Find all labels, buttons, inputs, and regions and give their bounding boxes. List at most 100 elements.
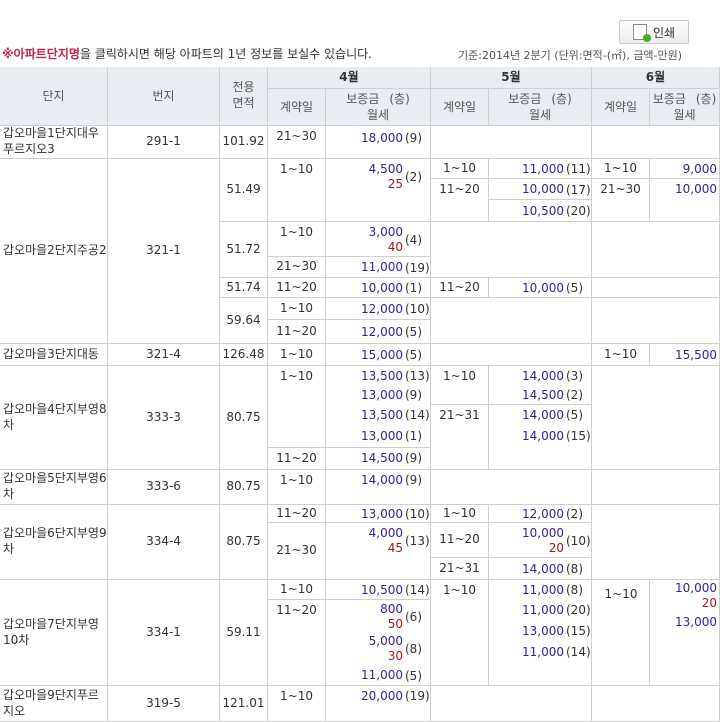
r3-m4-deposit: 15,000 <box>361 347 403 362</box>
notice-rest: 을 클릭하시면 해당 아파트의 1년 정보를 보실수 있습니다. <box>79 47 372 61</box>
r4-m5-4: 14,000 <box>491 426 564 446</box>
r4-m4-5-deposit: 14,500 <box>361 450 403 465</box>
r4-m4-3-floor: (14) <box>405 408 430 422</box>
r2-a4-m4-2-floor: (5) <box>405 325 422 339</box>
r4-m5-3: 14,000 <box>491 405 564 425</box>
r3-m4-date-text: 1~10 <box>280 346 313 361</box>
area-r8: 121.01 <box>220 686 268 722</box>
empty-r2-a4-m5 <box>431 298 592 344</box>
r6-m4-date-1: 11~20 <box>268 505 326 523</box>
complex-name-1-text[interactable]: 갑오마을1단지대우푸르지오3 <box>3 126 107 157</box>
r2-a4-m4-2-deposit: 12,000 <box>361 324 403 339</box>
r2-a1-m4-floor: (2) <box>405 170 422 184</box>
empty-r2-a4-m6 <box>592 298 720 344</box>
r3-m6-date: 1~10 <box>592 344 650 366</box>
area-r3-text: 126.48 <box>222 346 265 361</box>
complex-name-2[interactable]: 갑오마을2단지주공2 <box>0 159 108 344</box>
r4-m4-1-deposit: 13,500 <box>361 368 403 383</box>
header-deposit-label-6: 보증금 <box>652 91 686 106</box>
header-month-5: 5월 <box>431 67 592 89</box>
r7-m6-2-deposit: 13,000 <box>675 614 717 629</box>
complex-name-8[interactable]: 갑오마을9단지푸르지오 <box>0 686 108 722</box>
r8-m4-floor: (19) <box>405 689 430 703</box>
r6-m5-2-deposit: 10,000 <box>522 525 564 540</box>
complex-name-6-text[interactable]: 갑오마을6단지부영9차 <box>3 526 107 557</box>
r4-m5-date-1-text: 1~10 <box>443 369 476 383</box>
r6-m5-3: 14,000 <box>491 558 564 580</box>
r6-m5-date-3-text: 21~31 <box>439 560 480 575</box>
r4-m4-date-1: 1~10 <box>268 366 326 448</box>
area-r2-a4: 59.64 <box>220 298 268 344</box>
complex-name-5[interactable]: 갑오마을5단지부영6차 <box>0 470 108 505</box>
print-button[interactable]: 인쇄 <box>619 20 689 44</box>
lot-8-text: 319-5 <box>146 695 181 710</box>
r4-m5-1: 14,000 <box>491 366 564 386</box>
r7-m4-3-rent: 30 <box>387 649 403 663</box>
r7-m5-date-text: 1~10 <box>443 583 476 597</box>
r2-a1-m5-1-deposit: 11,000 <box>522 161 564 176</box>
area-r7: 59.11 <box>220 580 268 686</box>
r4-m5-4-deposit: 14,000 <box>522 428 564 443</box>
complex-name-5-text[interactable]: 갑오마을5단지부영6차 <box>3 471 107 502</box>
header-complex-text: 단지 <box>42 88 65 103</box>
complex-name-8-text[interactable]: 갑오마을9단지푸르지오 <box>3 688 107 719</box>
empty-r2-a2-m6 <box>592 222 720 278</box>
r7-m4-2-rent: 50 <box>387 616 403 631</box>
r2-a2-m4-1-rent: 40 <box>387 239 403 254</box>
lot-3-text: 321-4 <box>146 346 181 361</box>
header-month-4-text: 4월 <box>339 70 359 84</box>
r8-m4-date-text: 1~10 <box>280 689 313 703</box>
complex-name-7-text[interactable]: 갑오마을7단지부영10차 <box>3 617 107 648</box>
r2-a3-m4-date-text: 11~20 <box>276 279 317 294</box>
r7-m6-1: 10,000 20 <box>652 580 717 612</box>
r7-m4-4: 11,000 <box>328 665 403 686</box>
header-month-5-text: 5월 <box>501 70 521 84</box>
r2-a1-m5-1: 11,000 <box>491 159 564 179</box>
r2-a2-m4-2: 11,000 <box>328 257 403 278</box>
area-r5: 80.75 <box>220 470 268 505</box>
r2-a3-m4-floor: (1) <box>405 281 422 295</box>
complex-name-2-text[interactable]: 갑오마을2단지주공2 <box>3 243 107 259</box>
transaction-table: 단지 번지 전용 면적 4월 계약일 보증금 (층) 월세 5월 계약일 보증금 (층) 월세 6월 계약일 보… <box>0 67 720 722</box>
r7-m5-2-deposit: 11,000 <box>522 602 564 617</box>
lot-6-text: 334-4 <box>146 534 181 549</box>
area-r5-text: 80.75 <box>226 479 261 494</box>
r7-m5-4-deposit: 11,000 <box>522 644 564 659</box>
r2-a1-m4-deposit: 4,500 <box>368 162 403 176</box>
r4-m4-3: 13,500 <box>328 405 403 425</box>
header-deposit-label-4: 보증금 <box>346 91 380 106</box>
r2-a2-m4-1-floor: (4) <box>405 232 422 247</box>
complex-name-7[interactable]: 갑오마을7단지부영10차 <box>0 580 108 686</box>
header-lot-text: 번지 <box>152 88 175 103</box>
complex-name-3-text[interactable]: 갑오마을3단지대동 <box>3 347 99 363</box>
r2-a1-m5-date-1-text: 1~10 <box>443 160 476 175</box>
r7-m4-4-deposit: 11,000 <box>361 668 403 682</box>
empty-r5-m5 <box>431 470 592 505</box>
lot-2: 321-1 <box>108 159 220 344</box>
r2-a1-m5-date-1: 1~10 <box>431 159 489 179</box>
complex-name-6[interactable]: 갑오마을6단지부영9차 <box>0 505 108 580</box>
r2-a2-m4-date-2: 21~30 <box>268 257 326 278</box>
header-contract-6: 계약일 <box>592 89 650 126</box>
r7-m4-2-deposit: 800 <box>380 601 403 616</box>
r2-a4-m4-date-2-text: 11~20 <box>276 323 317 338</box>
r2-a1-m5-date-2-text: 11~20 <box>439 182 480 196</box>
print-label: 인쇄 <box>652 25 676 40</box>
r4-m5-1-floor: (3) <box>566 369 583 383</box>
lot-5: 333-6 <box>108 470 220 505</box>
complex-name-1[interactable]: 갑오마을1단지대우푸르지오3 <box>0 126 108 159</box>
header-area: 전용 면적 <box>220 67 268 126</box>
r5-m4-floor: (9) <box>405 473 422 487</box>
r6-m4-1: 13,000 <box>328 505 403 523</box>
r4-m5-4-floor: (15) <box>566 429 591 443</box>
r2-a3-m5-date-text: 11~20 <box>439 279 480 294</box>
r2-a2-m4-date-2-text: 21~30 <box>276 259 317 274</box>
area-r1: 101.92 <box>220 126 268 159</box>
r2-a2-m4-1: 3,000 40 <box>328 222 403 257</box>
complex-name-4-text[interactable]: 갑오마을4단지부영8차 <box>3 402 107 433</box>
empty-r8-m6 <box>592 686 720 722</box>
r7-m6-1-deposit: 10,000 <box>675 581 717 595</box>
lot-7: 334-1 <box>108 580 220 686</box>
complex-name-3[interactable]: 갑오마을3단지대동 <box>0 344 108 366</box>
complex-name-4[interactable]: 갑오마을4단지부영8차 <box>0 366 108 470</box>
